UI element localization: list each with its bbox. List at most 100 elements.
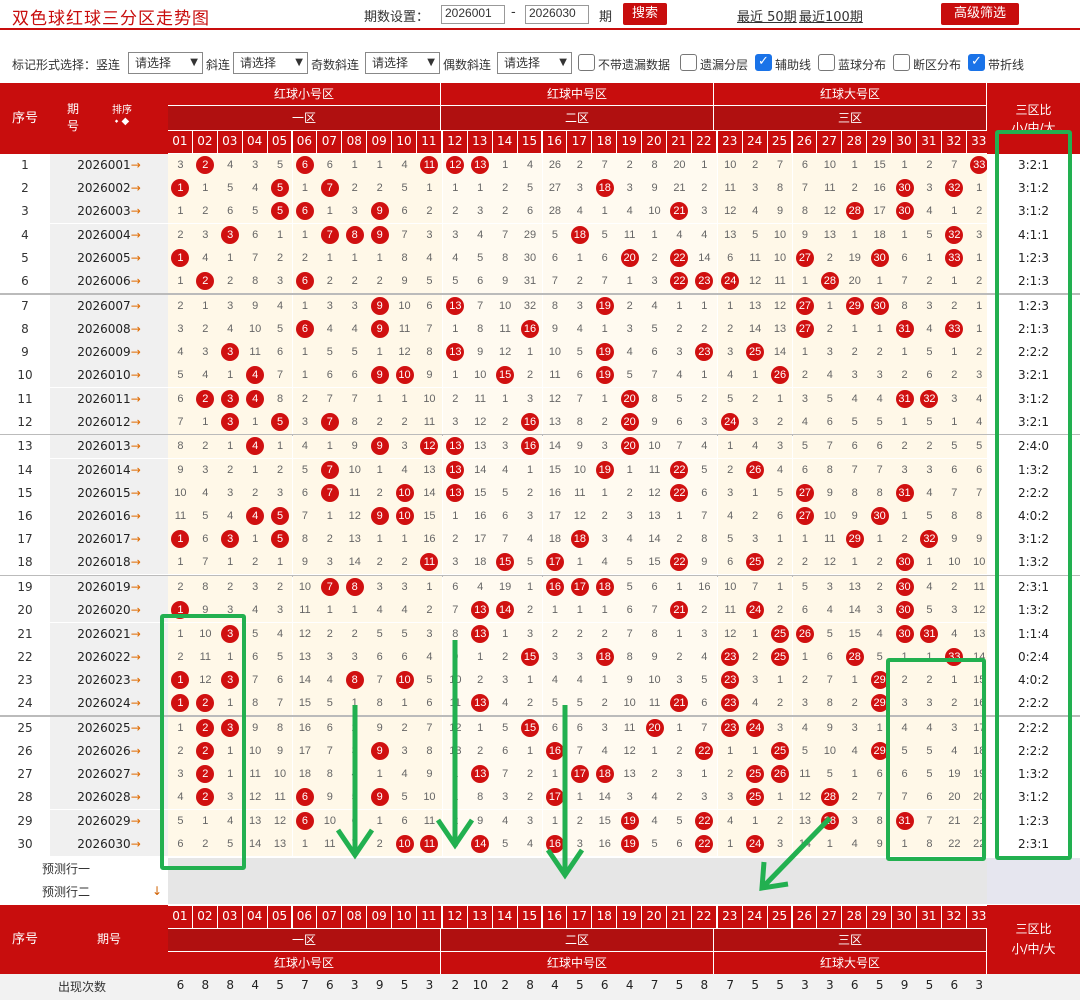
last-50-link[interactable]: 最近 50期 <box>737 6 797 25</box>
miss-count: 10 <box>392 294 417 318</box>
miss-count: 1 <box>717 435 743 459</box>
occurrence-count: 3 <box>826 978 834 992</box>
miss-count: 6 <box>917 364 942 388</box>
drawn-ball: 26 <box>742 458 768 482</box>
table-row: 3 2026003→ 1 2 6 5 5 6 1 3 9 6 2 2 3 2 6 28 4 1 4 10 21 3 12 4 9 8 1… <box>0 200 1080 224</box>
footer-zone1: 一区 <box>168 929 440 951</box>
miss-count: 9 <box>817 481 843 505</box>
drawn-ball: 20 <box>642 716 667 740</box>
drawn-ball: 25 <box>742 786 768 810</box>
miss-count: 7 <box>817 668 843 692</box>
miss-count: 9 <box>617 668 643 692</box>
miss-count: 4 <box>717 364 743 388</box>
miss-count: 2 <box>792 551 818 575</box>
miss-count: 3 <box>492 435 518 459</box>
miss-count: 10 <box>417 387 442 411</box>
drawn-ball: 32 <box>941 223 967 247</box>
number-header-11: 11 <box>417 131 441 153</box>
miss-count: 6 <box>542 246 568 270</box>
miss-count: 6 <box>592 246 618 270</box>
miss-count: 3 <box>517 809 543 833</box>
diagonal-select[interactable]: 请选择 ▼ <box>233 52 308 74</box>
miss-count: 18 <box>467 551 493 575</box>
miss-count: 1 <box>517 341 543 365</box>
even-select[interactable]: 请选择 ▼ <box>497 52 572 74</box>
miss-count: 16 <box>867 177 893 201</box>
miss-count: 4 <box>442 246 468 270</box>
miss-count: 1 <box>292 832 318 856</box>
number-header-22: 22 <box>691 131 716 153</box>
miss-count: 1 <box>192 294 218 318</box>
last-100-link[interactable]: 最近100期 <box>799 6 863 25</box>
odd-label: 奇数斜连 <box>311 58 360 72</box>
occurrence-count: 5 <box>675 978 684 992</box>
number-header-17: 17 <box>567 131 592 153</box>
miss-count: 7 <box>642 599 667 623</box>
vertical-select[interactable]: 请选择 ▼ <box>128 52 203 74</box>
search-button[interactable]: 搜索 <box>623 3 667 25</box>
sort-button[interactable]: 排序 ⬩ ◆ <box>112 105 132 127</box>
drawn-ball: 20 <box>617 246 643 270</box>
drawn-ball: 28 <box>842 645 868 669</box>
miss-count: 15 <box>842 622 868 646</box>
miss-count: 1 <box>367 246 393 270</box>
miss-count: 5 <box>317 341 343 365</box>
drawn-ball: 18 <box>592 576 618 600</box>
break-dist-checkbox[interactable] <box>893 54 910 71</box>
miss-count: 9 <box>842 505 868 528</box>
miss-count: 2 <box>691 599 717 623</box>
miss-count: 12 <box>767 294 793 318</box>
drawn-ball: 25 <box>767 622 793 646</box>
period-from-input[interactable]: 2026001 <box>441 5 505 24</box>
miss-count: 2 <box>691 177 717 201</box>
drawn-ball: 6 <box>292 786 318 810</box>
miss-count: 1 <box>867 270 893 293</box>
fold-line-checkbox[interactable] <box>968 54 985 71</box>
miss-count: 3 <box>842 364 868 388</box>
miss-count: 2 <box>292 246 318 270</box>
miss-count: 5 <box>691 668 717 692</box>
no-miss-checkbox[interactable] <box>578 54 595 71</box>
miss-count: 4 <box>742 435 768 459</box>
sort-arrows-icon: ⬩ ◆ <box>114 116 130 127</box>
miss-count: 5 <box>941 435 967 459</box>
miss-count: 4 <box>392 763 417 787</box>
row-seq: 13 <box>0 435 50 459</box>
miss-count: 4 <box>742 200 768 224</box>
miss-count: 5 <box>667 809 692 833</box>
miss-count: 10 <box>292 576 318 600</box>
drawn-ball: 12 <box>417 435 442 459</box>
layer-checkbox[interactable] <box>680 54 697 71</box>
miss-count: 6 <box>242 223 268 247</box>
row-period: 2026004→ <box>50 223 168 247</box>
miss-count: 9 <box>242 294 268 318</box>
drawn-ball: 15 <box>517 645 543 669</box>
blue-dist-checkbox[interactable] <box>818 54 835 71</box>
miss-count: 1 <box>492 387 518 411</box>
row-seq: 4 <box>0 223 50 247</box>
miss-count: 5 <box>617 364 643 388</box>
occurrence-count: 5 <box>400 978 409 992</box>
drawn-ball: 8 <box>342 223 368 247</box>
advanced-filter-button[interactable]: 高级筛选 <box>941 3 1019 25</box>
row-seq: 8 <box>0 317 50 341</box>
miss-count: 11 <box>467 387 493 411</box>
drawn-ball: 15 <box>492 364 518 388</box>
drawn-ball: 5 <box>267 177 293 201</box>
miss-count: 6 <box>717 551 743 575</box>
miss-count: 7 <box>941 154 967 177</box>
aux-line-checkbox[interactable] <box>755 54 772 71</box>
period-to-input[interactable]: 2026030 <box>525 5 589 24</box>
odd-select[interactable]: 请选择 ▼ <box>365 52 440 74</box>
drawn-ball: 17 <box>567 576 593 600</box>
miss-count: 12 <box>817 551 843 575</box>
row-period: 2026020→ <box>50 599 168 623</box>
miss-count: 10 <box>717 576 743 600</box>
footer-zone-mid: 红球中号区 <box>441 952 713 974</box>
miss-count: 1 <box>767 528 793 552</box>
miss-count: 2 <box>317 270 343 293</box>
number-header-30: 30 <box>892 131 916 153</box>
miss-count: 5 <box>392 622 417 646</box>
number-header-06: 06 <box>292 906 317 928</box>
drawn-ball: 13 <box>442 435 468 459</box>
